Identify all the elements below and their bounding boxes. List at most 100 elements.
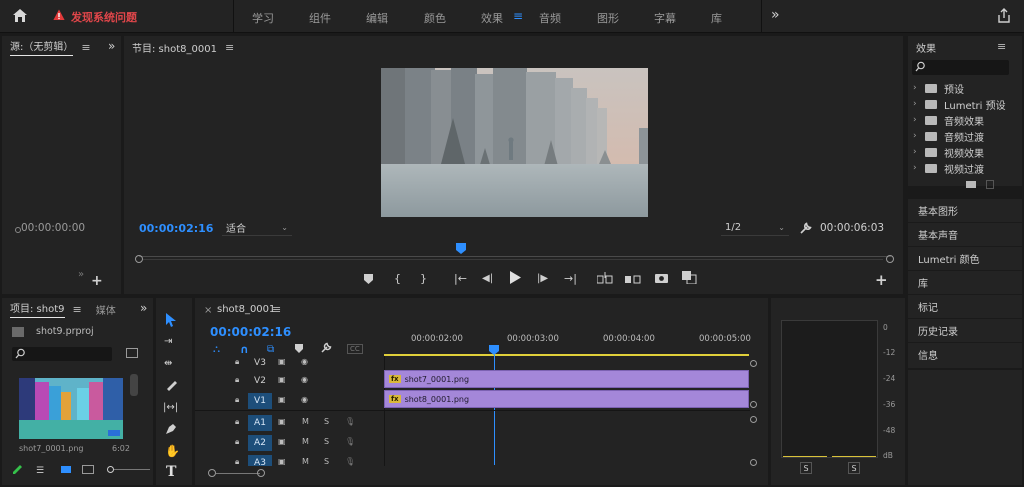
lock-icon[interactable]: 🔒︎ <box>235 437 239 447</box>
track-label-a1[interactable]: A1 <box>248 415 272 431</box>
sequence-tab[interactable]: shot8_0001 <box>217 304 275 315</box>
trash-icon[interactable] <box>986 180 994 189</box>
track-label-v3[interactable]: V3 <box>248 355 272 371</box>
hand-tool-icon[interactable]: ✋ <box>165 444 180 458</box>
eye-icon[interactable]: ◉ <box>301 395 308 404</box>
zoom-slider[interactable] <box>114 469 150 470</box>
clip-shot8[interactable]: fx shot8_0001.png <box>384 390 749 408</box>
close-icon[interactable]: × <box>204 305 212 316</box>
project-menu-icon[interactable]: ≡ <box>73 303 82 316</box>
mark-in-icon[interactable]: { <box>394 272 401 285</box>
microphone-icon[interactable]: 🎙︎ <box>345 417 355 426</box>
lift-icon[interactable] <box>596 272 613 287</box>
source-expand-icon[interactable]: » <box>78 269 84 280</box>
track-label-v1[interactable]: V1 <box>248 393 272 409</box>
solo-button[interactable]: S <box>324 437 329 446</box>
panel-essential-graphics[interactable]: 基本图形 <box>908 198 1022 222</box>
mute-button[interactable]: M <box>302 457 309 466</box>
program-zoom-bar[interactable] <box>143 259 883 260</box>
zoom-handle-right[interactable] <box>886 255 894 263</box>
mute-button[interactable]: M <box>302 417 309 426</box>
step-forward-icon[interactable]: |▶ <box>537 273 548 284</box>
workspace-tab-assembly[interactable]: 组件 <box>309 10 331 26</box>
workspace-tab-graphics[interactable]: 图形 <box>597 10 619 26</box>
pencil-icon[interactable] <box>12 464 23 478</box>
microphone-icon[interactable]: 🎙︎ <box>345 457 355 466</box>
pen-tool-icon[interactable] <box>165 423 177 438</box>
play-icon[interactable] <box>510 271 521 287</box>
program-time-ruler[interactable] <box>139 256 891 257</box>
video-scroll-handle-bottom[interactable] <box>750 401 757 408</box>
effects-folder-lumetri-presets[interactable]: › Lumetri 预设 <box>913 96 1006 112</box>
panel-libraries[interactable]: 库 <box>908 270 1022 294</box>
sequence-menu-icon[interactable]: ≡ <box>272 303 281 316</box>
source-add-button[interactable]: + <box>91 273 103 289</box>
lock-icon[interactable]: 🔒︎ <box>235 357 239 367</box>
source-tab[interactable]: 源:（无剪辑） <box>10 38 74 56</box>
program-add-button[interactable]: + <box>875 271 888 289</box>
sync-lock-icon[interactable]: ▣ <box>278 417 286 426</box>
solo-left-button[interactable]: S <box>800 462 812 474</box>
sync-lock-icon[interactable]: ▣ <box>278 375 286 384</box>
freeform-view-icon[interactable] <box>82 465 94 474</box>
extract-icon[interactable] <box>625 272 641 287</box>
solo-right-button[interactable]: S <box>848 462 860 474</box>
clip-shot7[interactable]: fx shot7_0001.png <box>384 370 749 388</box>
panel-lumetri-color[interactable]: Lumetri 颜色 <box>908 246 1022 270</box>
lock-icon[interactable]: 🔒︎ <box>235 457 239 466</box>
video-scroll-handle-top[interactable] <box>750 360 757 367</box>
panel-markers[interactable]: 标记 <box>908 294 1022 318</box>
more-panels-icon[interactable]: » <box>140 301 147 315</box>
source-menu-icon[interactable]: ≡ <box>81 41 90 54</box>
workspace-tab-audio[interactable]: 音频 <box>539 10 561 26</box>
workspace-tab-color[interactable]: 颜色 <box>424 10 446 26</box>
track-label-a2[interactable]: A2 <box>248 435 272 451</box>
mute-button[interactable]: M <box>302 437 309 446</box>
lock-icon[interactable]: 🔒︎ <box>235 395 239 405</box>
track-select-tool-icon[interactable]: ⇥ <box>164 336 172 347</box>
work-area-bar[interactable] <box>384 354 749 356</box>
type-tool-icon[interactable]: T <box>166 464 176 480</box>
camera-icon[interactable] <box>655 272 668 286</box>
effects-tab[interactable]: 效果 <box>916 40 936 55</box>
zoom-handle-left[interactable] <box>135 255 143 263</box>
effects-search-input[interactable] <box>912 60 1009 75</box>
track-label-v2[interactable]: V2 <box>248 373 272 389</box>
timeline-timecode[interactable]: 00:00:02:16 <box>210 325 291 339</box>
workspace-tab-effects[interactable]: 效果 <box>481 10 503 26</box>
audio-scroll-handle-bottom[interactable] <box>750 459 757 466</box>
eye-icon[interactable]: ◉ <box>301 357 308 366</box>
effects-menu-icon[interactable]: ≡ <box>997 40 1006 53</box>
workspace-tab-learn[interactable]: 学习 <box>252 10 274 26</box>
add-marker-icon[interactable] <box>364 274 373 287</box>
warning-icon[interactable] <box>53 9 65 24</box>
workspace-tab-captions[interactable]: 字幕 <box>654 10 676 26</box>
project-tab[interactable]: 项目: shot9 <box>10 300 65 318</box>
effects-folder-audio-transitions[interactable]: › 音频过渡 <box>913 128 984 144</box>
solo-button[interactable]: S <box>324 417 329 426</box>
timeline-zoom-bar[interactable] <box>216 473 260 474</box>
program-menu-icon[interactable]: ≡ <box>225 41 234 54</box>
go-to-out-icon[interactable]: →| <box>564 272 577 285</box>
step-back-icon[interactable]: ◀| <box>482 273 493 284</box>
timeline-zoom-handle-left[interactable] <box>208 469 216 477</box>
razor-tool-icon[interactable] <box>165 379 177 394</box>
sync-lock-icon[interactable]: ▣ <box>278 457 286 466</box>
source-timecode[interactable]: 00:00:00:00 <box>21 222 85 234</box>
effects-folder-audio-effects[interactable]: › 音频效果 <box>913 112 984 128</box>
panel-essential-sound[interactable]: 基本声音 <box>908 222 1022 246</box>
effects-folder-video-effects[interactable]: › 视频效果 <box>913 144 984 160</box>
go-to-in-icon[interactable]: |← <box>454 272 467 285</box>
sync-lock-icon[interactable]: ▣ <box>278 395 286 404</box>
new-folder-icon[interactable] <box>966 181 976 188</box>
new-bin-icon[interactable] <box>126 348 138 358</box>
list-view-icon[interactable]: ☰ <box>36 466 44 476</box>
more-panels-icon[interactable]: » <box>108 39 115 53</box>
track-label-a3[interactable]: A3 <box>248 455 272 466</box>
eye-icon[interactable]: ◉ <box>301 375 308 384</box>
audio-scroll-handle-top[interactable] <box>750 416 757 423</box>
ripple-edit-tool-icon[interactable]: ⇹ <box>164 358 172 369</box>
workspace-tab-editing[interactable]: 编辑 <box>366 10 388 26</box>
system-issue-warning[interactable]: 发现系统问题 <box>71 9 137 25</box>
panel-info[interactable]: 信息 <box>908 342 1022 366</box>
